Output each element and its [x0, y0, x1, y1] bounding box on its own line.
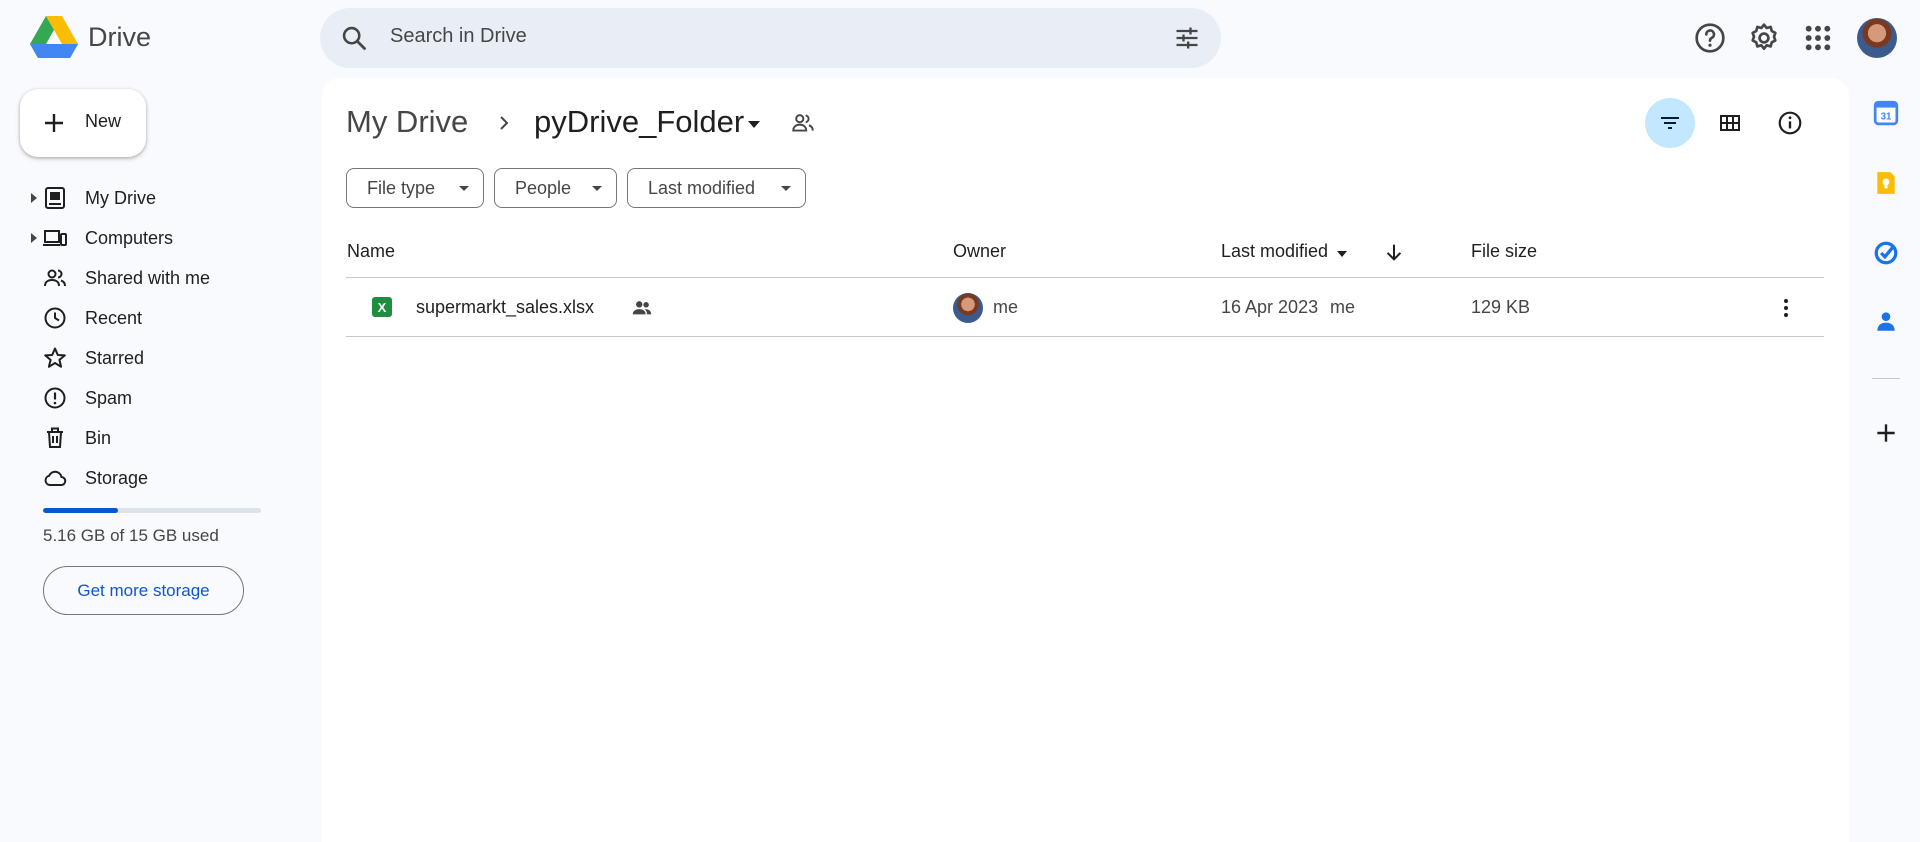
modified-by: me [1330, 297, 1356, 317]
app-name: Drive [88, 21, 152, 52]
table-row[interactable]: X supermarkt_sales.xlsx me 16 Apr 2023 m… [346, 278, 1824, 337]
expand-caret-icon[interactable] [30, 193, 38, 203]
info-icon [1778, 111, 1802, 135]
shared-folder-icon[interactable] [790, 110, 816, 136]
grid-view-icon [1720, 115, 1740, 131]
calendar-icon[interactable]: 31 [1873, 100, 1899, 126]
main-content: My Drive pyDrive_Folder File type People… [322, 78, 1849, 842]
sidebar-item-label: Shared with me [85, 268, 211, 288]
expand-caret-icon[interactable] [30, 233, 38, 243]
keep-icon[interactable] [1873, 170, 1899, 196]
breadcrumb-current[interactable]: pyDrive_Folder [534, 104, 744, 140]
plus-icon [45, 114, 63, 132]
side-panel-rail: 31 [1850, 78, 1920, 842]
sort-direction-arrow-icon[interactable] [1383, 241, 1405, 263]
sidebar-item-my-drive[interactable]: My Drive [0, 178, 300, 218]
top-bar: Drive Search in Drive [0, 0, 1920, 76]
folder-menu-dropdown-icon[interactable] [744, 114, 764, 134]
sort-dropdown-icon[interactable] [1336, 248, 1348, 260]
search-icon[interactable] [340, 24, 368, 52]
last-modified-filter[interactable]: Last modified [627, 168, 806, 208]
breadcrumb-root[interactable]: My Drive [346, 104, 468, 140]
column-header-file-size: File size [1471, 241, 1538, 261]
new-button-label: New [85, 111, 122, 131]
sidebar-item-recent[interactable]: Recent [0, 298, 300, 338]
column-header-name[interactable]: Name [347, 241, 395, 262]
storage-usage-fill [43, 508, 118, 513]
drive-logo[interactable]: Drive [30, 16, 151, 58]
shared-people-icon [632, 301, 652, 315]
sidebar-item-bin[interactable]: Bin [0, 418, 300, 458]
chevron-down-icon [459, 186, 469, 191]
column-header-last-modified[interactable]: Last modified [1221, 241, 1328, 262]
new-button[interactable]: New [20, 89, 146, 157]
shared-with-me-icon [44, 269, 66, 287]
contacts-icon[interactable] [1873, 308, 1899, 334]
sidebar-item-spam[interactable]: Spam [0, 378, 300, 418]
spreadsheet-icon: X [372, 297, 392, 317]
account-avatar[interactable] [1857, 18, 1897, 58]
owner-name: me [993, 297, 1019, 317]
sidebar-item-label: Computers [85, 228, 174, 248]
rail-divider [1872, 378, 1900, 379]
file-size: 129 KB [1471, 297, 1531, 317]
filter-toggle-button[interactable] [1645, 98, 1695, 148]
drive-logo-icon [30, 16, 78, 58]
file-name[interactable]: supermarkt_sales.xlsx [416, 297, 594, 318]
computers-icon [43, 230, 67, 246]
chevron-down-icon [781, 186, 791, 191]
people-filter-label: People [515, 177, 572, 198]
help-icon[interactable] [1694, 22, 1726, 54]
apps-grid-icon[interactable] [1802, 22, 1834, 54]
tasks-icon[interactable] [1873, 240, 1899, 266]
more-options-icon[interactable] [1774, 296, 1798, 320]
star-icon [44, 347, 66, 368]
filter-icon [1661, 117, 1679, 129]
cloud-icon [44, 470, 67, 486]
file-type-filter[interactable]: File type [346, 168, 484, 208]
chevron-right-icon [500, 116, 509, 130]
sidebar-item-label: My Drive [85, 188, 156, 208]
clock-icon [44, 307, 66, 329]
owner-avatar [953, 293, 983, 323]
get-more-storage-button[interactable]: Get more storage [43, 566, 244, 615]
sidebar-item-label: Starred [85, 348, 145, 368]
sidebar-item-label: Spam [85, 388, 133, 408]
sidebar-item-storage[interactable]: Storage [0, 458, 300, 498]
sidebar-item-label: Recent [85, 308, 143, 328]
column-header-owner: Owner [953, 241, 1007, 261]
sidebar-item-label: Storage [85, 468, 149, 488]
add-addon-icon[interactable] [1873, 420, 1899, 446]
search-options-icon[interactable] [1173, 24, 1201, 52]
my-drive-icon [45, 187, 65, 209]
sidebar-item-starred[interactable]: Starred [0, 338, 300, 378]
search-input[interactable]: Search in Drive [390, 25, 527, 48]
trash-icon [47, 427, 63, 448]
grid-view-button[interactable] [1705, 98, 1755, 148]
file-type-filter-label: File type [367, 177, 436, 198]
modified-date: 16 Apr 2023 [1221, 297, 1319, 317]
storage-usage-text: 5.16 GB of 15 GB used [43, 526, 219, 545]
last-modified-filter-label: Last modified [648, 177, 756, 198]
sidebar-item-shared-with-me[interactable]: Shared with me [0, 258, 300, 298]
details-button[interactable] [1765, 98, 1815, 148]
sidebar-item-computers[interactable]: Computers [0, 218, 300, 258]
people-filter[interactable]: People [494, 168, 617, 208]
search-bar[interactable]: Search in Drive [320, 8, 1221, 68]
settings-icon[interactable] [1748, 22, 1780, 54]
sidebar-item-label: Bin [85, 428, 112, 448]
spam-icon [44, 387, 66, 409]
chevron-down-icon [592, 186, 602, 191]
svg-text:31: 31 [1881, 112, 1892, 123]
storage-usage-bar [43, 508, 261, 513]
